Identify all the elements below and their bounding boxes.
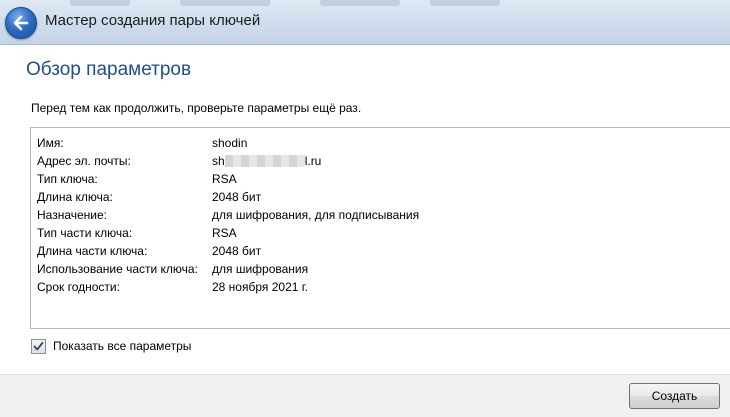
param-value: 2048 бит	[212, 190, 262, 204]
email-prefix: sh	[212, 154, 225, 168]
background-blur	[70, 0, 130, 6]
param-value-email: sh l.ru	[212, 152, 321, 170]
title-bar: Мастер создания пары ключей	[0, 0, 730, 45]
param-label: Тип части ключа:	[37, 226, 133, 240]
back-arrow-icon	[13, 15, 29, 31]
param-label: Тип ключа:	[37, 172, 98, 186]
param-label: Длина ключа:	[37, 190, 113, 204]
create-button[interactable]: Создать	[629, 383, 720, 409]
checkmark-icon	[33, 341, 44, 351]
show-all-params-checkbox[interactable]	[31, 339, 46, 354]
redacted-area	[224, 155, 305, 167]
param-value: 2048 бит	[212, 244, 262, 258]
window-title: Мастер создания пары ключей	[45, 12, 261, 29]
param-value: 28 ноября 2021 г.	[212, 280, 308, 294]
param-label: Длина части ключа:	[37, 244, 148, 258]
intro-text: Перед тем как продолжить, проверьте пара…	[31, 101, 362, 115]
parameters-list[interactable]: Имя: shodin Адрес эл. почты: sh l.ru Тип …	[30, 127, 730, 329]
param-value: для шифрования, для подписывания	[212, 208, 420, 222]
param-label: Адрес эл. почты:	[37, 154, 131, 168]
param-value: shodin	[212, 136, 248, 150]
email-suffix: l.ru	[304, 154, 322, 168]
background-blur	[180, 0, 270, 6]
show-all-params-label[interactable]: Показать все параметры	[53, 339, 191, 353]
wizard-content: Обзор параметров Перед тем как продолжит…	[0, 45, 730, 374]
background-blur	[320, 0, 400, 6]
param-label: Назначение:	[37, 208, 108, 222]
param-label: Срок годности:	[37, 280, 120, 294]
param-value: RSA	[212, 172, 237, 186]
param-label: Использование части ключа:	[37, 262, 198, 276]
wizard-footer: Создать	[0, 374, 730, 417]
page-title: Обзор параметров	[26, 59, 192, 80]
back-button[interactable]	[5, 7, 37, 39]
param-label: Имя:	[37, 136, 64, 150]
param-value: для шифрования	[212, 262, 309, 276]
background-blur	[430, 0, 500, 6]
param-value: RSA	[212, 226, 237, 240]
